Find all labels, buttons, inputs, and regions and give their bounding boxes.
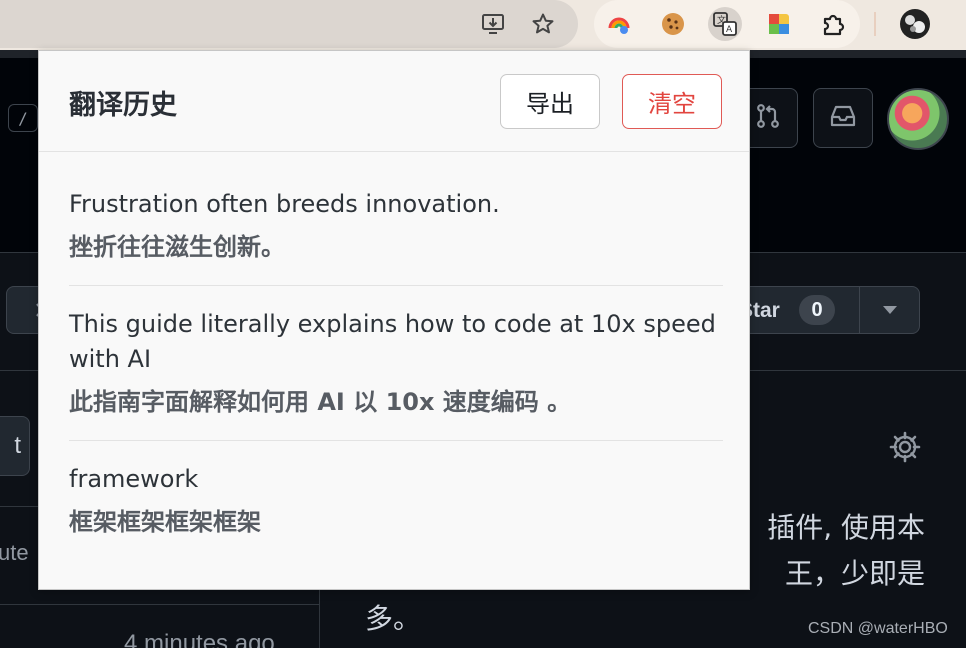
entry-translation-text: 挫折往往滋生创新。 (69, 233, 285, 261)
history-entry: framework 框架框架框架框架 (69, 462, 723, 540)
entry-divider (69, 285, 723, 286)
user-avatar[interactable] (887, 88, 949, 150)
column-divider (319, 590, 320, 648)
partial-button[interactable]: t (0, 416, 30, 476)
extensions-group: 文A (594, 0, 860, 48)
entry-source-text: Frustration often breeds innovation. (69, 190, 500, 218)
chevron-down-icon[interactable] (883, 306, 897, 314)
translation-history-popup: 翻译历史 导出 清空 Frustration often breeds inno… (38, 50, 750, 590)
pull-request-icon (754, 102, 782, 134)
browser-toolbar: 文A (0, 0, 966, 50)
commit-time: 4 minutes ago (124, 630, 275, 648)
description-line: 多。 (365, 602, 422, 635)
extensions-puzzle-icon[interactable] (816, 7, 850, 41)
partial-label: ute (0, 540, 29, 565)
bookmark-star-icon[interactable] (526, 7, 560, 41)
search-shortcut-hint[interactable]: / (8, 104, 38, 132)
inbox-icon (828, 102, 858, 134)
address-bar[interactable] (0, 0, 578, 48)
install-app-icon[interactable] (477, 7, 511, 41)
translate-extension-icon[interactable]: 文A (708, 7, 742, 41)
inbox-button[interactable] (813, 88, 873, 148)
entry-divider (69, 440, 723, 441)
profile-avatar[interactable] (898, 7, 932, 41)
history-entry: This guide literally explains how to cod… (69, 307, 723, 420)
watermark: CSDN @waterHBO (808, 620, 948, 637)
list-divider (0, 604, 320, 605)
clear-button[interactable]: 清空 (622, 74, 722, 129)
toolbar-divider (874, 12, 876, 36)
popup-header: 翻译历史 导出 清空 (39, 51, 749, 152)
gear-icon[interactable] (888, 430, 922, 468)
star-count-badge: 0 (799, 295, 835, 325)
palette-extension-icon[interactable] (762, 7, 796, 41)
history-entry: Frustration often breeds innovation. 挫折往… (69, 187, 723, 265)
export-button[interactable]: 导出 (500, 74, 600, 129)
entry-source-text: This guide literally explains how to cod… (69, 310, 716, 373)
popup-title: 翻译历史 (69, 90, 177, 121)
svg-text:A: A (726, 25, 733, 35)
cookie-extension-icon[interactable] (656, 7, 690, 41)
entry-translation-text: 框架框架框架框架 (69, 508, 261, 536)
star-divider (859, 287, 860, 333)
entry-translation-text: 此指南字面解释如何用 AI 以 10x 速度编码 。 (69, 388, 572, 416)
rainbow-extension-icon[interactable] (602, 7, 636, 41)
entry-source-text: framework (69, 465, 199, 493)
